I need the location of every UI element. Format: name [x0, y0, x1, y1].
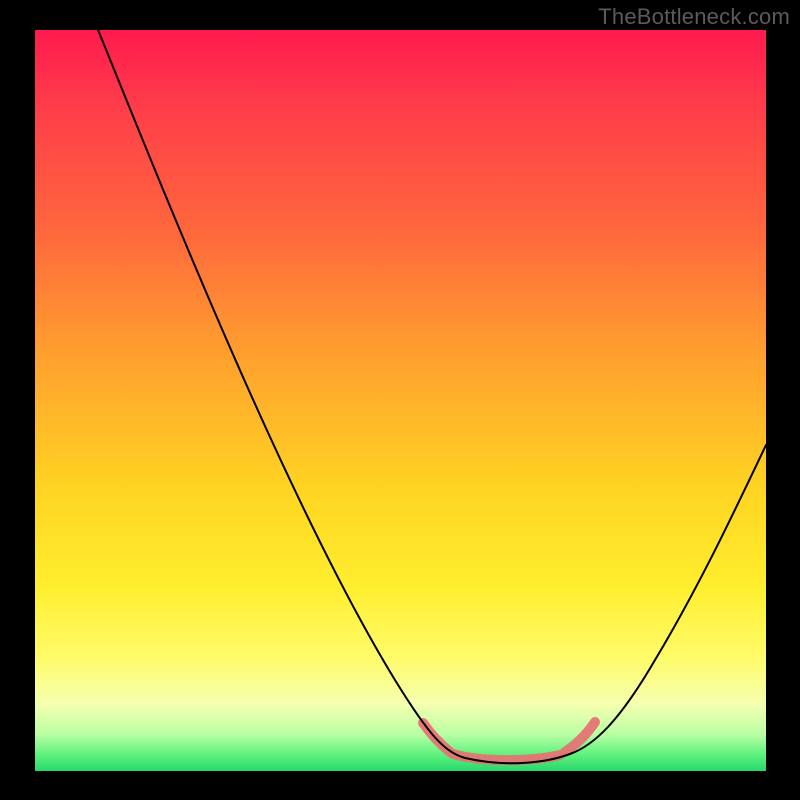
- curve-highlight-right: [565, 722, 595, 752]
- watermark-text: TheBottleneck.com: [598, 4, 790, 30]
- plot-area: [35, 30, 766, 771]
- chart-frame: TheBottleneck.com: [0, 0, 800, 800]
- bottleneck-curve-svg: [35, 30, 766, 771]
- bottleneck-curve: [90, 30, 766, 763]
